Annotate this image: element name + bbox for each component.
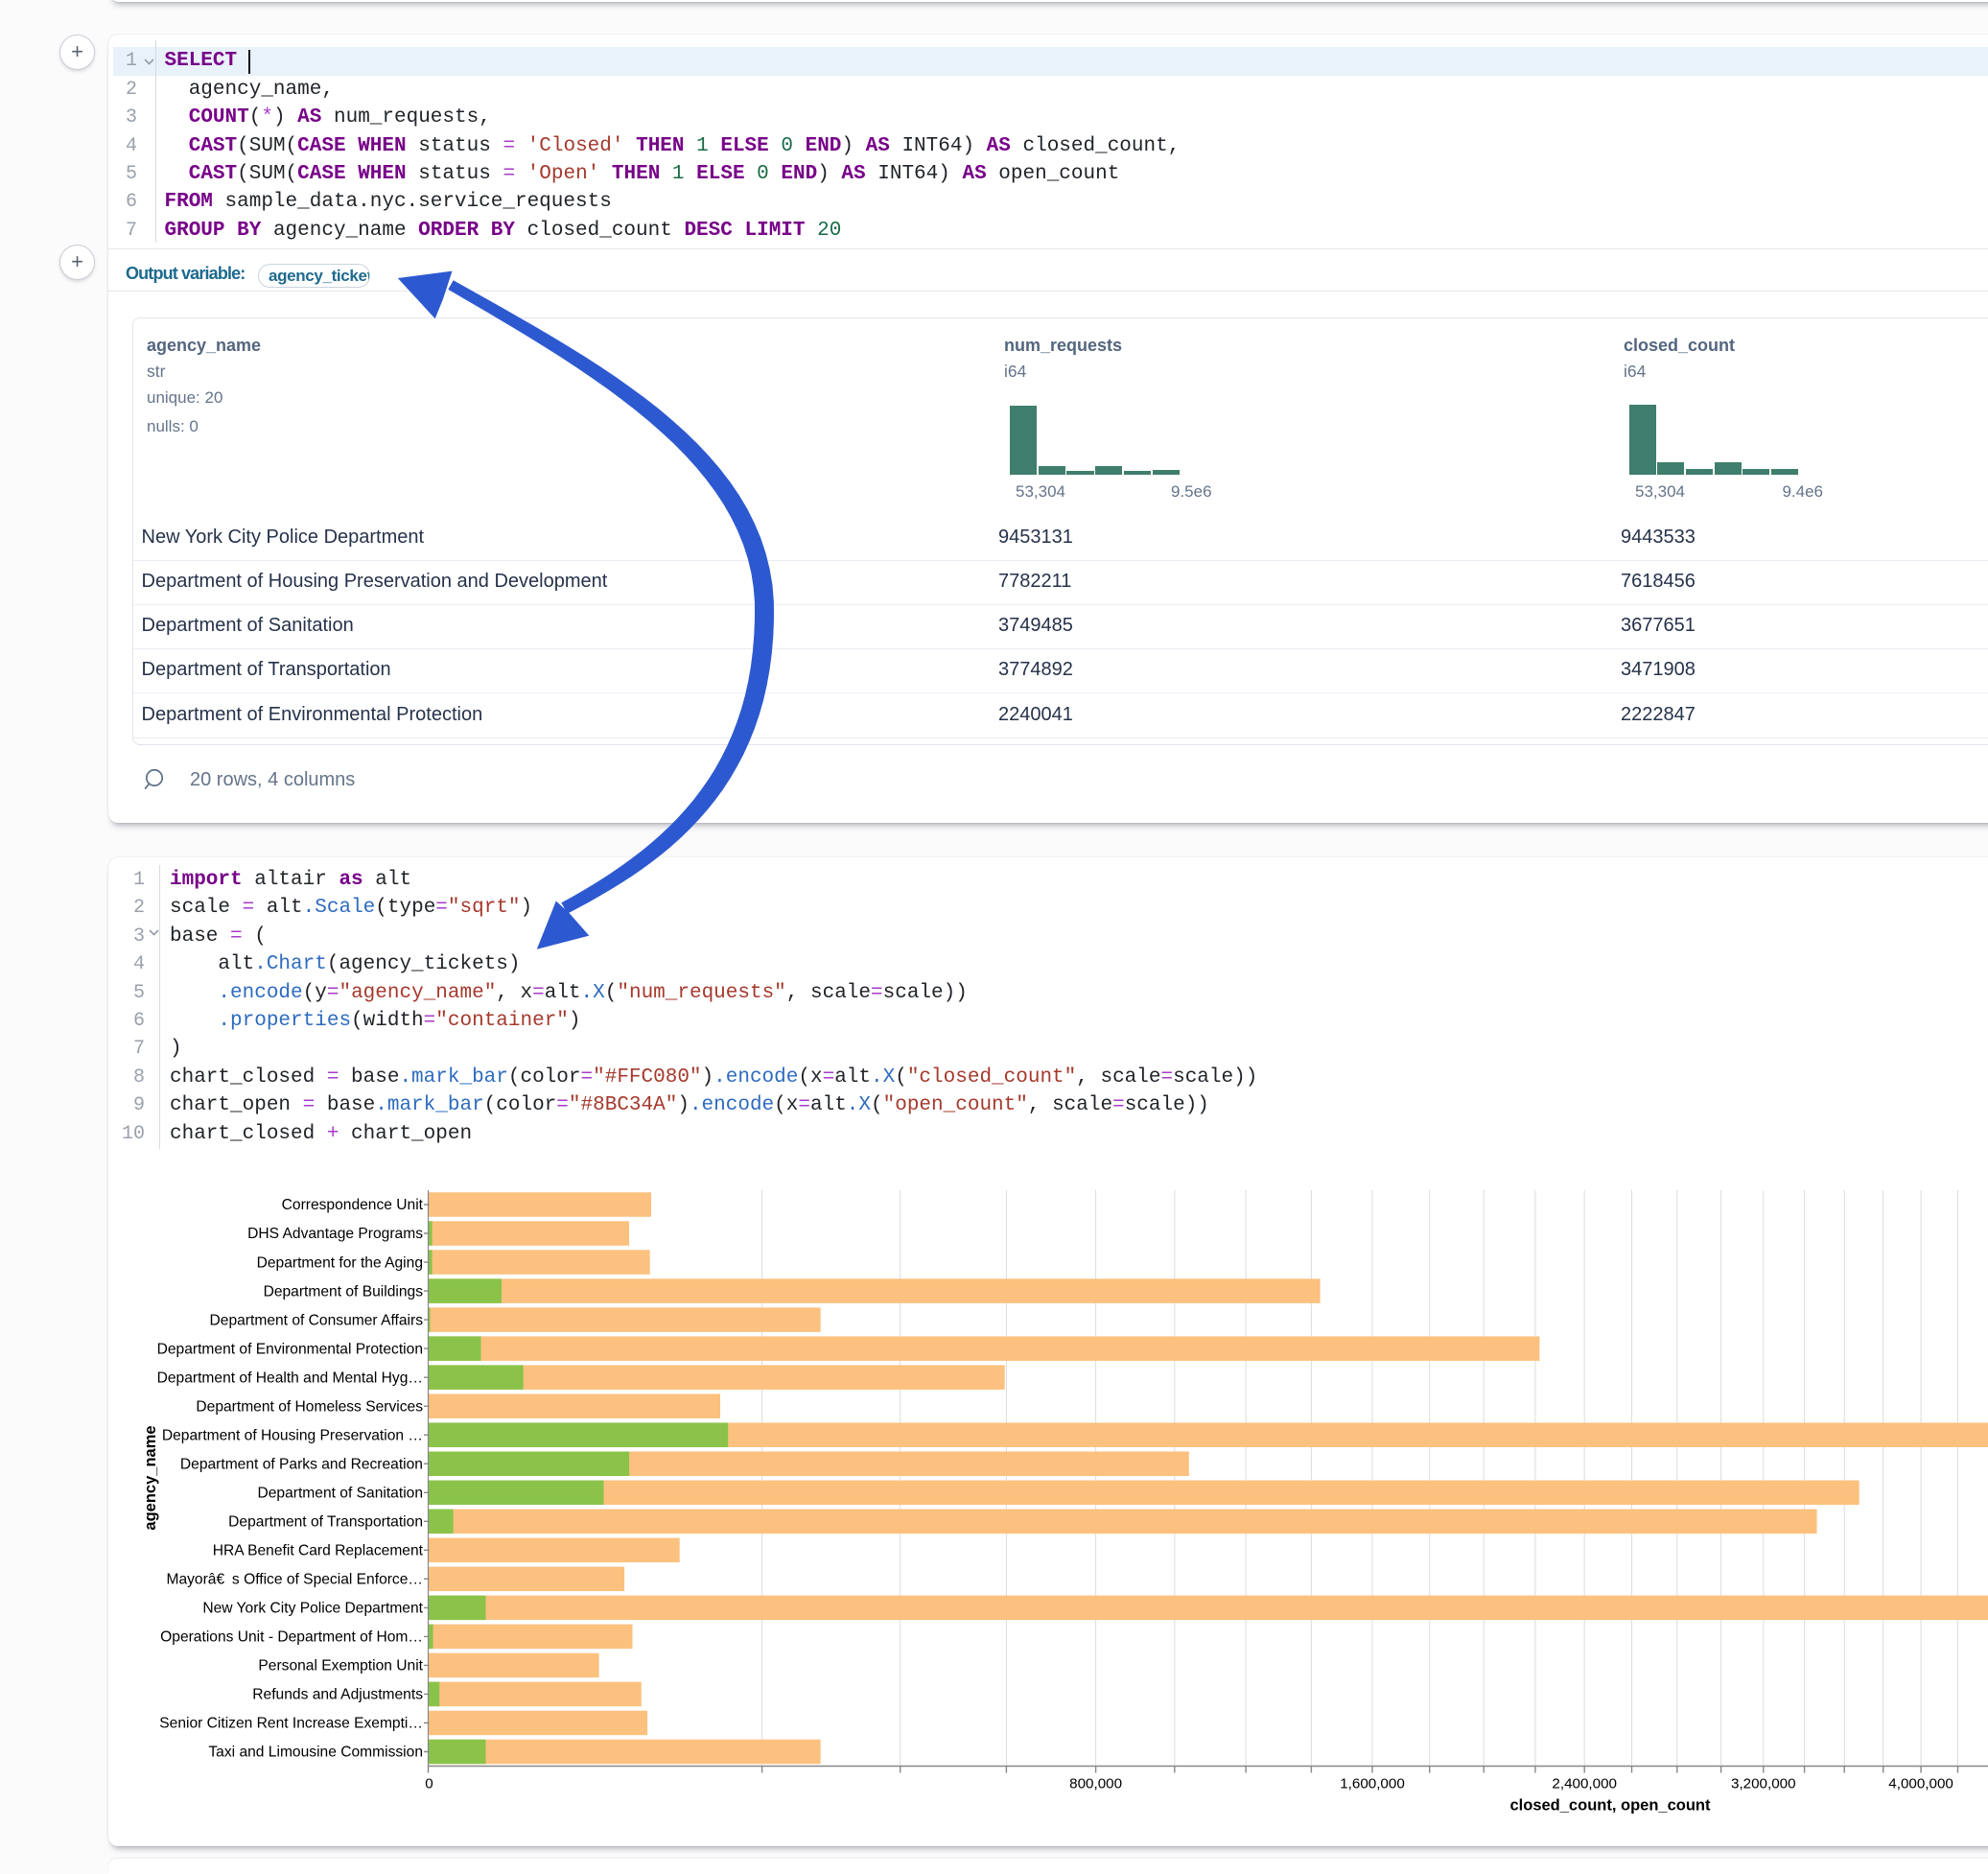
svg-text:Refunds and Adjustments: Refunds and Adjustments	[252, 1687, 423, 1703]
svg-text:800,000: 800,000	[1069, 1776, 1122, 1792]
svg-text:Operations Unit - Department o: Operations Unit - Department of Hom…	[160, 1629, 423, 1646]
svg-text:agency_name: agency_name	[142, 1425, 159, 1530]
svg-text:Mayorâ€ s Office of Special En: Mayorâ€ s Office of Special Enforce…	[166, 1572, 423, 1588]
svg-text:HRA Benefit Card Replacement: HRA Benefit Card Replacement	[213, 1543, 424, 1559]
svg-text:Department of Health and Menta: Department of Health and Mental Hyg…	[157, 1370, 423, 1386]
svg-text:Department of Consumer Affairs: Department of Consumer Affairs	[210, 1312, 424, 1328]
svg-text:3,200,000: 3,200,000	[1731, 1776, 1796, 1792]
svg-text:4,000,000: 4,000,000	[1888, 1776, 1953, 1792]
svg-text:Department of Homeless Service: Department of Homeless Services	[196, 1398, 423, 1415]
svg-text:1,600,000: 1,600,000	[1340, 1776, 1405, 1792]
svg-text:Taxi and Limousine Commission: Taxi and Limousine Commission	[208, 1745, 423, 1761]
svg-text:Department of Transportation: Department of Transportation	[228, 1514, 423, 1531]
svg-text:Department for the Aging: Department for the Aging	[257, 1254, 423, 1271]
svg-text:DHS Advantage Programs: DHS Advantage Programs	[247, 1226, 423, 1242]
svg-text:Department of Housing Preserva: Department of Housing Preservation …	[162, 1427, 423, 1443]
svg-text:closed_count, open_count: closed_count, open_count	[1509, 1797, 1711, 1815]
svg-text:Department of Environmental Pr: Department of Environmental Protection	[157, 1341, 423, 1357]
svg-text:2,400,000: 2,400,000	[1552, 1776, 1617, 1792]
svg-text:Correspondence Unit: Correspondence Unit	[282, 1197, 424, 1213]
svg-text:Department of Parks and Recrea: Department of Parks and Recreation	[180, 1456, 423, 1472]
svg-text:Personal Exemption Unit: Personal Exemption Unit	[258, 1658, 423, 1675]
svg-text:Department of Sanitation: Department of Sanitation	[258, 1486, 424, 1502]
svg-text:Department of Buildings: Department of Buildings	[264, 1283, 424, 1300]
svg-text:New York City Police Departmen: New York City Police Department	[202, 1601, 423, 1617]
svg-text:Senior Citizen Rent Increase E: Senior Citizen Rent Increase Exempti…	[159, 1716, 423, 1732]
svg-text:0: 0	[425, 1776, 433, 1792]
